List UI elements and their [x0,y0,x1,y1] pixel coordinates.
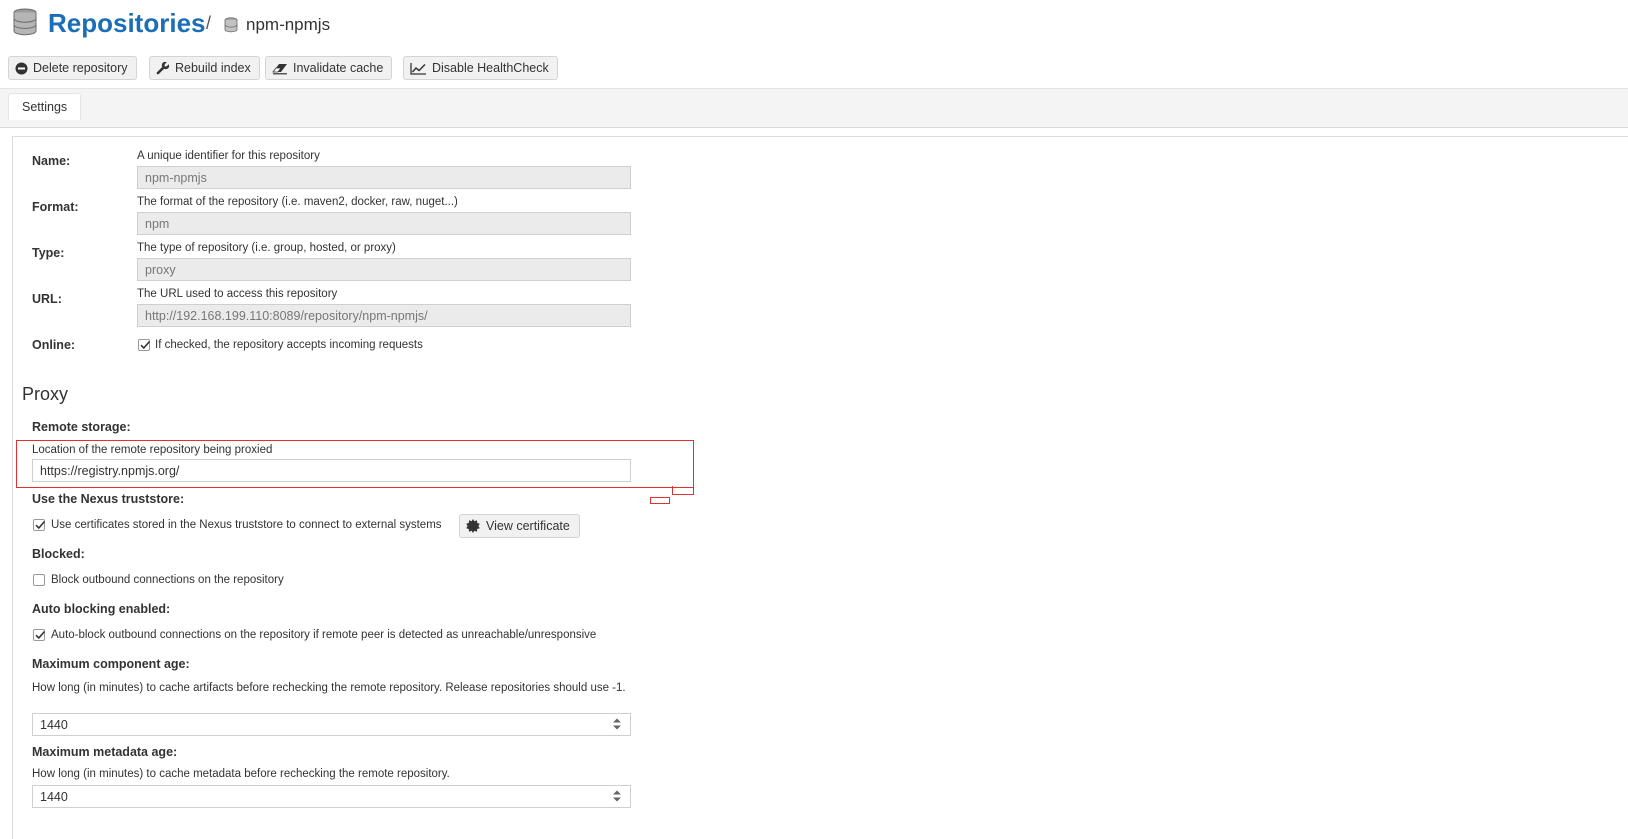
checkmark-icon [35,520,46,530]
online-checkbox[interactable] [138,339,151,351]
repository-icon [224,17,238,33]
delete-repository-label: Delete repository [33,61,128,75]
checkmark-icon [35,630,46,640]
url-help: The URL used to access this repository [137,288,338,300]
remote-storage-label: Remote storage: [32,420,131,434]
max-component-age-help: How long (in minutes) to cache artifacts… [32,682,626,694]
tab-settings[interactable]: Settings [8,93,82,120]
page-title[interactable]: Repositories [48,8,206,39]
name-help: A unique identifier for this repository [137,150,320,162]
view-certificate-label: View certificate [486,519,570,533]
certificate-icon [466,519,480,533]
invalidate-cache-button[interactable]: Invalidate cache [265,56,393,80]
truststore-label: Use the Nexus truststore: [32,492,185,506]
name-field[interactable] [137,166,631,189]
rebuild-index-button[interactable]: Rebuild index [149,56,260,80]
invalidate-cache-label: Invalidate cache [293,61,384,75]
auto-blocking-help: Auto-block outbound connections on the r… [51,629,597,641]
url-label: URL: [32,292,62,306]
remote-storage-input[interactable] [32,459,631,482]
truststore-help: Use certificates stored in the Nexus tru… [51,519,442,531]
max-metadata-age-label: Maximum metadata age: [32,745,178,759]
view-certificate-button[interactable]: View certificate [459,514,580,538]
line-chart-icon [410,62,426,75]
spinner-arrows-icon[interactable] [613,717,621,731]
online-help: If checked, the repository accepts incom… [155,339,423,351]
breadcrumb-separator: / [206,13,212,33]
type-label: Type: [32,246,65,260]
truststore-checkbox[interactable] [33,519,46,531]
wrench-icon [156,61,170,75]
breadcrumb-current: npm-npmjs [246,15,331,34]
format-label: Format: [32,200,79,214]
online-label: Online: [32,338,76,352]
type-field[interactable] [137,258,631,281]
database-icon [13,8,37,36]
disable-healthcheck-label: Disable HealthCheck [432,61,549,75]
url-field[interactable] [137,304,631,327]
auto-blocking-checkbox[interactable] [33,629,46,641]
name-label: Name: [32,154,71,168]
max-metadata-age-help: How long (in minutes) to cache metadata … [32,768,450,780]
eraser-icon [272,63,287,74]
max-component-age-label: Maximum component age: [32,657,190,671]
blocked-label: Blocked: [32,547,85,561]
highlight-marker [650,497,670,504]
max-component-age-input[interactable] [32,713,631,736]
format-help: The format of the repository (i.e. maven… [137,196,458,208]
max-metadata-age-input[interactable] [32,785,631,808]
rebuild-index-label: Rebuild index [175,61,251,75]
disable-healthcheck-button[interactable]: Disable HealthCheck [403,56,558,80]
tab-bar [0,88,1628,128]
remote-storage-help: Location of the remote repository being … [32,444,273,456]
delete-repository-button[interactable]: Delete repository [8,56,137,80]
blocked-help: Block outbound connections on the reposi… [51,574,284,586]
minus-circle-icon [15,62,28,74]
checkmark-icon [140,340,151,350]
auto-blocking-label: Auto blocking enabled: [32,602,171,616]
spinner-arrows-icon[interactable] [613,789,621,803]
blocked-checkbox[interactable] [33,574,45,586]
highlight-handle [672,486,694,495]
proxy-section-title: Proxy [22,384,69,404]
type-help: The type of repository (i.e. group, host… [137,242,396,254]
format-field[interactable] [137,212,631,235]
